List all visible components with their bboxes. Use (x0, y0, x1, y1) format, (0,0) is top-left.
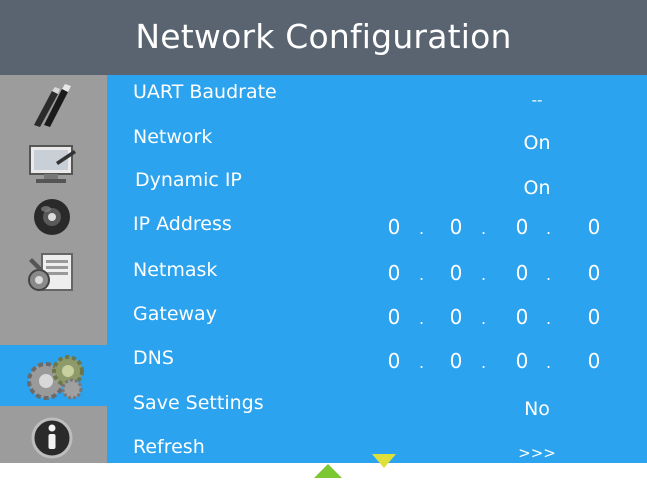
octet[interactable]: 0 (507, 305, 537, 329)
value-dynamic-ip[interactable]: On (467, 177, 607, 199)
octet[interactable]: 0 (507, 261, 537, 285)
octet[interactable]: 0 (507, 215, 537, 239)
label-uart-baudrate: UART Baudrate (133, 81, 277, 103)
separator: . (419, 219, 425, 238)
octet[interactable]: 0 (579, 305, 609, 329)
value-save-settings[interactable]: No (467, 398, 607, 420)
ip-address-field[interactable]: 0 . 0 . 0 . 0 (379, 215, 609, 247)
label-gateway: Gateway (133, 303, 217, 325)
octet[interactable]: 0 (579, 215, 609, 239)
octet[interactable]: 0 (441, 305, 471, 329)
value-network[interactable]: On (467, 132, 607, 154)
row-gateway[interactable]: Gateway 0 . 0 . 0 . 0 (107, 303, 647, 343)
gears-icon (27, 355, 84, 400)
sidebar-item-info[interactable] (0, 408, 107, 463)
value-refresh[interactable]: >>> (467, 444, 607, 462)
sidebar (0, 75, 107, 463)
sidebar-item-setup[interactable] (0, 240, 107, 295)
netmask-field[interactable]: 0 . 0 . 0 . 0 (379, 261, 609, 293)
tools-icon (34, 84, 71, 127)
octet[interactable]: 0 (379, 215, 409, 239)
separator: . (419, 265, 425, 284)
row-dns[interactable]: DNS 0 . 0 . 0 . 0 (107, 347, 647, 387)
label-netmask: Netmask (133, 259, 218, 281)
octet[interactable]: 0 (379, 261, 409, 285)
separator: . (419, 353, 425, 372)
settings-panel: UART Baudrate -- Network On Dynamic IP O… (107, 75, 647, 463)
octet[interactable]: 0 (441, 349, 471, 373)
row-save-settings[interactable]: Save Settings No (107, 392, 647, 432)
row-ip-address[interactable]: IP Address 0 . 0 . 0 . 0 (107, 213, 647, 253)
dns-field[interactable]: 0 . 0 . 0 . 0 (379, 349, 609, 381)
info-icon (31, 417, 73, 459)
separator: . (481, 219, 487, 238)
monitor-icon (29, 145, 76, 183)
separator: . (481, 353, 487, 372)
octet[interactable]: 0 (579, 349, 609, 373)
label-dns: DNS (133, 347, 174, 369)
sidebar-item-network[interactable] (0, 345, 107, 406)
title-bar: Network Configuration (0, 0, 647, 75)
label-save-settings: Save Settings (133, 392, 264, 414)
label-network: Network (133, 126, 213, 148)
menu-title: Network Configuration (135, 17, 512, 56)
octet[interactable]: 0 (507, 349, 537, 373)
row-dynamic-ip[interactable]: Dynamic IP On (107, 169, 647, 209)
separator: . (419, 309, 425, 328)
separator: . (546, 353, 552, 372)
octet[interactable]: 0 (441, 261, 471, 285)
audio-icon (34, 199, 70, 235)
separator: . (546, 309, 552, 328)
gateway-field[interactable]: 0 . 0 . 0 . 0 (379, 305, 609, 337)
row-uart-baudrate[interactable]: UART Baudrate -- (107, 81, 647, 121)
osd-menu: Network Configuration UART Baudrate -- N… (0, 0, 647, 488)
separator: . (546, 265, 552, 284)
row-network[interactable]: Network On (107, 126, 647, 166)
octet[interactable]: 0 (579, 261, 609, 285)
octet[interactable]: 0 (441, 215, 471, 239)
label-ip-address: IP Address (133, 213, 232, 235)
label-dynamic-ip: Dynamic IP (135, 169, 242, 191)
label-refresh: Refresh (133, 436, 205, 458)
arrow-down-icon[interactable] (372, 454, 396, 468)
sidebar-item-tools[interactable] (0, 75, 107, 130)
sidebar-item-picture[interactable] (0, 130, 107, 185)
separator: . (546, 219, 552, 238)
octet[interactable]: 0 (379, 305, 409, 329)
octet[interactable]: 0 (379, 349, 409, 373)
arrow-up-icon[interactable] (314, 464, 342, 478)
settings-icon (28, 253, 73, 291)
sidebar-item-audio[interactable] (0, 185, 107, 240)
value-uart-baudrate[interactable]: -- (467, 91, 607, 109)
separator: . (481, 309, 487, 328)
row-netmask[interactable]: Netmask 0 . 0 . 0 . 0 (107, 259, 647, 299)
navigation-arrows (314, 454, 396, 478)
separator: . (481, 265, 487, 284)
